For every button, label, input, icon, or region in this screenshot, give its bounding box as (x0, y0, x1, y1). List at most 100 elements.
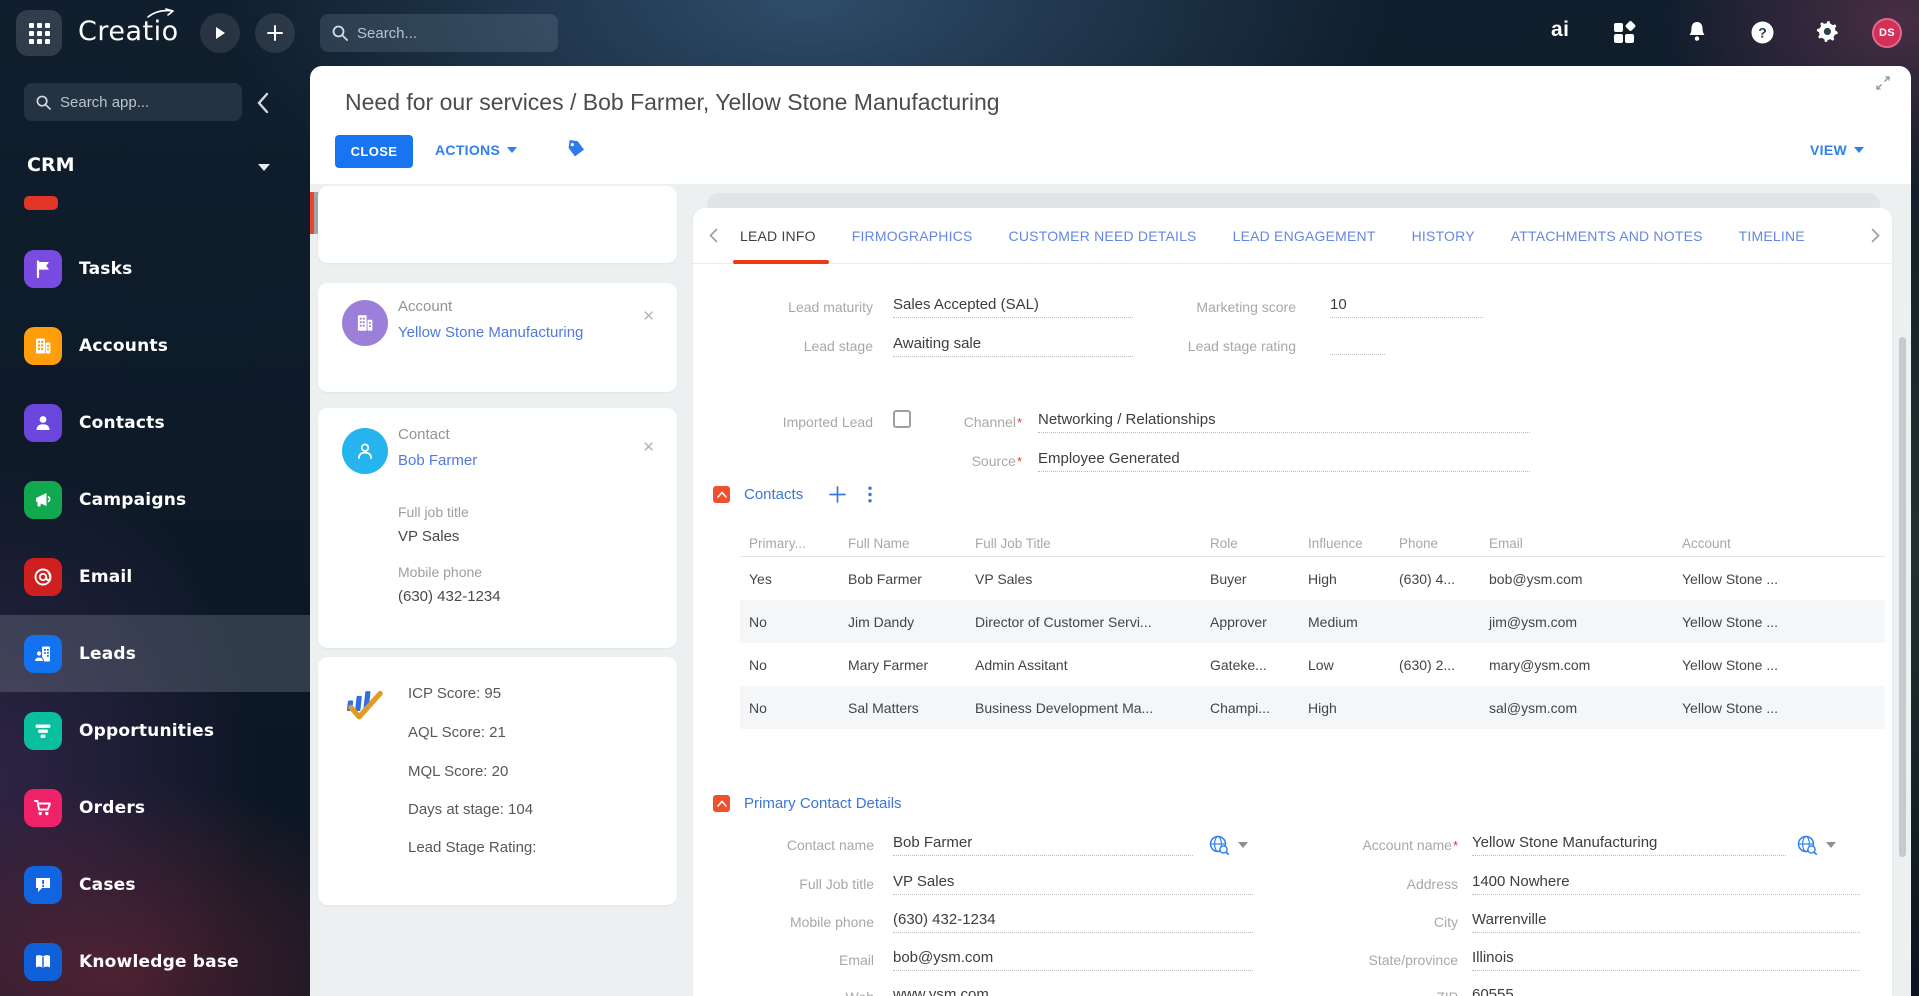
help-button[interactable]: ? (1751, 21, 1774, 49)
mql-score: MQL Score: 20 (408, 763, 509, 780)
partial-card (318, 186, 677, 263)
lead-icon (24, 634, 62, 673)
tab-history[interactable]: HISTORY (1412, 228, 1475, 244)
contact-lookup[interactable] (1208, 834, 1248, 855)
lead-stage-rating-field[interactable] (1330, 335, 1385, 355)
notifications-button[interactable] (1685, 20, 1709, 49)
global-search[interactable] (320, 14, 558, 52)
tabs-scroll-left[interactable] (693, 228, 728, 243)
account-name-field[interactable]: Yellow Stone Manufacturing (1472, 834, 1786, 856)
sidebar-item-knowledge-base[interactable]: Knowledge base (0, 923, 310, 996)
col-phone[interactable]: Phone (1390, 530, 1480, 556)
tab-attachments-and-notes[interactable]: ATTACHMENTS AND NOTES (1511, 228, 1703, 244)
tab-firmographics[interactable]: FIRMOGRAPHICS (852, 228, 973, 244)
sidebar-item-opportunities[interactable]: Opportunities (0, 692, 310, 769)
lead-stage-field[interactable]: Awaiting sale (893, 335, 1133, 357)
sidebar-item-leads[interactable]: Leads (0, 615, 310, 692)
lead-maturity-field[interactable]: Sales Accepted (SAL) (893, 296, 1133, 318)
tags-button[interactable] (565, 139, 586, 165)
chevron-down-icon (507, 147, 518, 153)
remove-contact-button[interactable]: ✕ (642, 438, 655, 456)
account-link[interactable]: Yellow Stone Manufacturing (398, 324, 583, 341)
col-email[interactable]: Email (1480, 530, 1673, 556)
flag-icon (24, 249, 62, 288)
col-role[interactable]: Role (1201, 530, 1299, 556)
view-button[interactable]: VIEW (1810, 142, 1864, 158)
sidebar-item-email[interactable]: Email (0, 538, 310, 615)
collapse-section-button[interactable] (713, 486, 730, 503)
lead-stage-rating-label: Lead stage rating (1187, 338, 1296, 354)
tab-lead-info[interactable]: LEAD INFO (740, 228, 816, 244)
tabs-scroll-right[interactable] (1871, 228, 1880, 248)
channel-field[interactable]: Networking / Relationships (1038, 411, 1530, 433)
address-field[interactable]: 1400 Nowhere (1472, 873, 1860, 895)
megaphone-icon (24, 480, 62, 519)
score-chart-icon (344, 683, 386, 730)
sidebar-item-tasks[interactable]: Tasks (0, 230, 310, 307)
mobile-phone-field[interactable]: (630) 432-1234 (893, 911, 1253, 933)
app-launcher-button[interactable] (16, 10, 62, 56)
table-row[interactable]: No Jim Dandy Director of Customer Servi...… (740, 600, 1885, 643)
tab-lead-engagement[interactable]: LEAD ENGAGEMENT (1233, 228, 1376, 244)
sidebar-item-campaigns[interactable]: Campaigns (0, 461, 310, 538)
sidebar-item-cases[interactable]: Cases (0, 846, 310, 923)
table-row[interactable]: No Sal Matters Business Development Ma... C… (740, 686, 1885, 729)
col-influence[interactable]: Influence (1299, 530, 1390, 556)
collapse-section-button[interactable] (713, 795, 730, 812)
zip-field[interactable]: 60555 (1472, 986, 1860, 996)
contact-link[interactable]: Bob Farmer (398, 452, 477, 469)
remove-account-button[interactable]: ✕ (642, 307, 655, 325)
workspace-selector[interactable]: CRM (27, 154, 74, 176)
contacts-menu-button[interactable] (868, 486, 872, 503)
web-label: Web (693, 989, 874, 996)
source-field[interactable]: Employee Generated (1038, 450, 1530, 472)
account-card-label: Account (398, 298, 453, 315)
tab-timeline[interactable]: TIMELINE (1739, 228, 1805, 244)
marketplace-button[interactable] (1612, 21, 1636, 50)
table-row[interactable]: Yes Bob Farmer VP Sales Buyer High (630) 4...… (740, 557, 1885, 600)
expand-button[interactable] (1876, 76, 1890, 95)
account-lookup[interactable] (1796, 834, 1836, 855)
full-job-title-field[interactable]: VP Sales (893, 873, 1253, 895)
book-icon (24, 942, 62, 981)
days-at-stage: Days at stage: 104 (408, 801, 534, 818)
col-full-name[interactable]: Full Name (839, 530, 966, 556)
web-field[interactable]: www.ysm.com (893, 986, 1253, 996)
add-contact-button[interactable] (829, 486, 847, 503)
sidebar-item-orders[interactable]: Orders (0, 769, 310, 846)
kebab-menu-icon (868, 486, 872, 503)
ai-assistant-button[interactable]: ai (1551, 18, 1570, 42)
user-avatar[interactable]: DS (1872, 18, 1902, 48)
app-search-input[interactable] (60, 93, 230, 111)
city-field[interactable]: Warrenville (1472, 911, 1860, 933)
sidebar-collapse-button[interactable] (256, 92, 269, 119)
settings-button[interactable] (1815, 19, 1840, 49)
col-account[interactable]: Account (1673, 530, 1885, 556)
app-search[interactable] (24, 83, 242, 121)
search-icon (332, 25, 348, 41)
run-process-button[interactable] (200, 13, 240, 53)
email-field[interactable]: bob@ysm.com (893, 949, 1253, 971)
col-primary[interactable]: Primary... (740, 530, 839, 556)
col-full-job-title[interactable]: Full Job Title (966, 530, 1201, 556)
sidebar-item-accounts[interactable]: Accounts (0, 307, 310, 384)
sidebar-item-contacts[interactable]: Contacts (0, 384, 310, 461)
vertical-scrollbar[interactable] (1899, 337, 1906, 857)
contact-name-field[interactable]: Bob Farmer (893, 834, 1193, 856)
global-search-input[interactable] (357, 24, 546, 42)
record-header: Need for our services / Bob Farmer, Yell… (310, 66, 1911, 184)
tabs: LEAD INFO FIRMOGRAPHICS CUSTOMER NEED DE… (740, 228, 1805, 244)
table-row[interactable]: No Mary Farmer Admin Assitant Gateke... Low(… (740, 643, 1885, 686)
tab-customer-need-details[interactable]: CUSTOMER NEED DETAILS (1009, 228, 1197, 244)
chevron-down-icon (1238, 841, 1248, 848)
marketing-score-field[interactable]: 10 (1330, 296, 1483, 318)
creatio-logo: Creatio (78, 16, 179, 47)
state-province-field[interactable]: Illinois (1472, 949, 1860, 971)
close-button[interactable]: CLOSE (335, 135, 413, 168)
chevron-left-icon (257, 92, 269, 114)
primary-contact-section-header: Primary Contact Details (713, 795, 902, 812)
actions-button[interactable]: ACTIONS (435, 142, 518, 158)
record-body: Account Yellow Stone Manufacturing ✕ Con… (310, 184, 1911, 996)
primary-contact-section-title: Primary Contact Details (744, 795, 902, 812)
new-record-button[interactable] (255, 13, 295, 53)
